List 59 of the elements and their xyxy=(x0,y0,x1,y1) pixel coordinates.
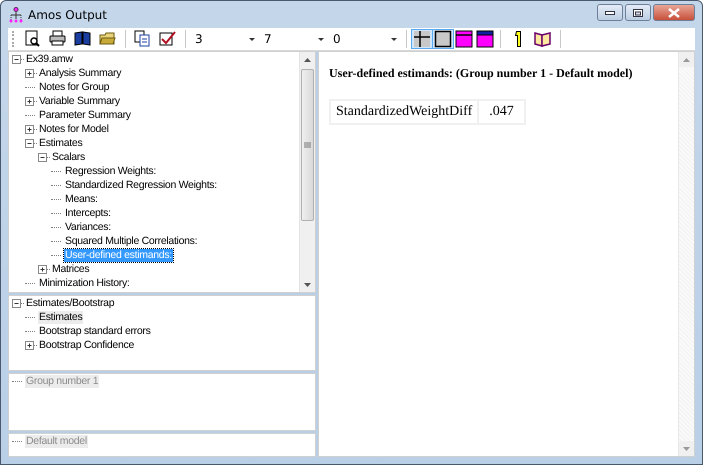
close-icon xyxy=(668,8,680,18)
book-icon xyxy=(534,30,552,48)
scroll-up-icon xyxy=(304,58,311,62)
layout-button[interactable] xyxy=(453,29,475,49)
pointer-icon xyxy=(514,31,522,47)
tree-item[interactable]: Squared Multiple Correlations: xyxy=(64,234,198,248)
collapse-icon[interactable] xyxy=(12,54,21,64)
minimize-button[interactable] xyxy=(597,4,623,21)
close-button[interactable] xyxy=(653,4,695,21)
name-cell: StandardizedWeightDiff xyxy=(331,101,478,123)
restore-icon xyxy=(633,8,643,16)
tree-item[interactable]: Analysis Summary xyxy=(38,66,122,80)
crosshair-grid-button[interactable] xyxy=(411,29,433,49)
scroll-down-icon xyxy=(304,282,311,286)
expand-icon[interactable] xyxy=(38,264,47,274)
tree-item[interactable]: Notes for Model xyxy=(38,122,110,136)
tree-item[interactable]: Means: xyxy=(64,192,99,206)
grip-icon xyxy=(304,142,311,148)
scrollbar[interactable] xyxy=(299,52,315,292)
crosshair-grid-icon xyxy=(413,30,431,48)
tree-item[interactable]: Ex39.amw xyxy=(25,52,74,66)
expand-icon[interactable] xyxy=(25,68,34,78)
tree-item[interactable]: Matrices xyxy=(51,262,90,276)
tree-item[interactable]: Notes for Group xyxy=(38,80,110,94)
collapse-icon[interactable] xyxy=(12,298,21,308)
minimize-icon xyxy=(605,10,615,14)
tree-item[interactable]: Intercepts: xyxy=(64,206,112,220)
scrollbar[interactable] xyxy=(678,52,694,456)
layout-panel-icon xyxy=(455,30,473,48)
tree-item[interactable]: Standardized Regression Weights: xyxy=(64,178,218,192)
tree-item[interactable]: Estimates xyxy=(38,310,84,324)
expand-icon[interactable] xyxy=(25,340,34,350)
maximize-button[interactable] xyxy=(625,4,651,21)
tree-item[interactable]: Minimization History: xyxy=(38,276,131,290)
tree-item[interactable]: Bootstrap standard errors xyxy=(38,324,152,338)
book-icon xyxy=(74,30,92,48)
tree-item[interactable]: Parameter Summary xyxy=(38,108,132,122)
window-title: Amos Output xyxy=(28,8,108,22)
scroll-up-icon xyxy=(683,58,690,62)
value-cell: .047 xyxy=(479,101,524,123)
frame-button[interactable] xyxy=(432,29,454,49)
expand-icon[interactable] xyxy=(25,96,34,106)
layout-panel-icon xyxy=(476,30,494,48)
tree-item[interactable]: Variances: xyxy=(64,220,112,234)
output-heading: User-defined estimands: (Group number 1 - Default model) xyxy=(329,66,634,81)
frame-icon xyxy=(434,30,452,48)
tree-item[interactable]: Estimates/Bootstrap xyxy=(25,296,116,310)
expand-icon[interactable] xyxy=(25,124,34,134)
book-button[interactable] xyxy=(532,29,554,49)
tree-item[interactable]: Variable Summary xyxy=(38,94,121,108)
layout-button[interactable] xyxy=(474,29,496,49)
path-diagram-icon xyxy=(8,6,24,22)
collapse-icon[interactable] xyxy=(25,138,34,148)
tree-item[interactable]: Regression Weights: xyxy=(64,164,157,178)
tree-item[interactable]: Estimates xyxy=(38,136,84,150)
collapse-icon[interactable] xyxy=(38,152,47,162)
tree-item[interactable]: Bootstrap Confidence xyxy=(38,338,135,352)
scroll-down-icon xyxy=(683,446,690,450)
tree-item[interactable]: Scalars xyxy=(51,150,86,164)
